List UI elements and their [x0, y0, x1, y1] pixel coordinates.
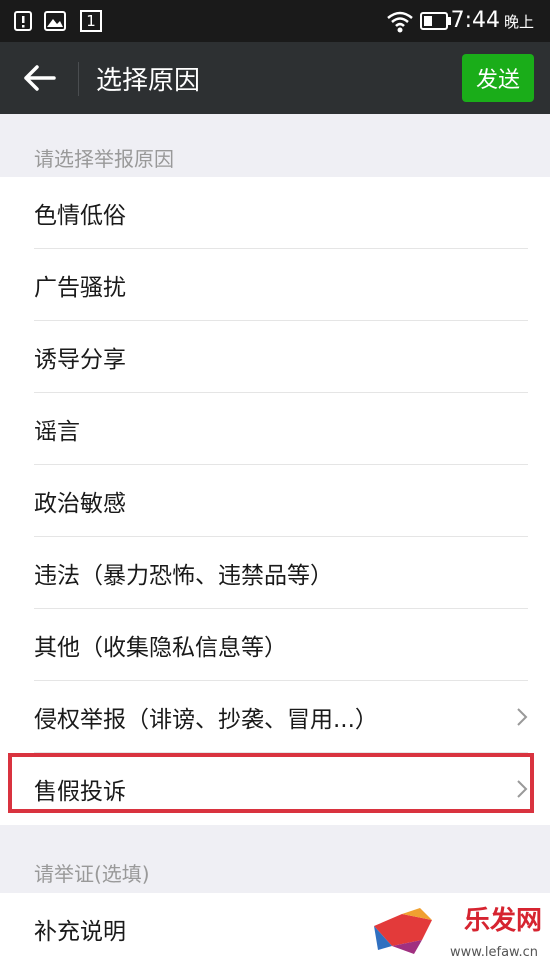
section-header-reason: 请选择举报原因	[34, 147, 174, 171]
send-button[interactable]: 发送	[462, 54, 534, 102]
list-item-reason[interactable]: 广告骚扰	[0, 249, 550, 321]
list-item-reason[interactable]: 其他（收集隐私信息等）	[0, 609, 550, 681]
clock: 7:44 晚上	[450, 8, 534, 33]
list-item-label: 谣言	[34, 419, 80, 445]
highlight-box	[8, 753, 534, 813]
wifi-icon	[387, 11, 413, 33]
alert-icon	[14, 11, 32, 31]
battery-icon	[420, 12, 451, 30]
chevron-right-icon	[517, 708, 528, 726]
list-item-label: 补充说明	[34, 919, 126, 945]
watermark-text: 乐发网	[463, 906, 542, 936]
nav-bar: 选择原因 发送	[0, 42, 550, 114]
watermark-url: www.lefaw.cn	[450, 945, 538, 960]
page-title: 选择原因	[96, 66, 201, 96]
back-arrow-icon[interactable]	[22, 62, 58, 94]
list-item-reason[interactable]: 诱导分享	[0, 321, 550, 393]
sim-card-icon: 1	[80, 10, 102, 32]
list-item-label: 诱导分享	[34, 347, 126, 373]
list-item-label: 政治敏感	[34, 491, 126, 517]
status-bar: 1 7:44 晚上	[0, 0, 550, 42]
image-notification-icon	[44, 11, 66, 31]
list-item-label: 其他（收集隐私信息等）	[34, 635, 287, 661]
watermark-logo-icon	[374, 908, 432, 954]
watermark: 乐发网 www.lefaw.cn	[372, 900, 542, 960]
list-item-infringement[interactable]: 侵权举报（诽谤、抄袭、冒用...）	[0, 681, 550, 753]
list-item-reason[interactable]: 谣言	[0, 393, 550, 465]
list-item-label: 色情低俗	[34, 203, 126, 229]
nav-divider	[78, 62, 79, 96]
reason-list: 色情低俗 广告骚扰 诱导分享 谣言 政治敏感 违法（暴力恐怖、违禁品等） 其他（…	[0, 177, 550, 825]
section-header-evidence: 请举证(选填)	[34, 862, 150, 886]
list-item-reason[interactable]: 违法（暴力恐怖、违禁品等）	[0, 537, 550, 609]
list-item-label: 侵权举报（诽谤、抄袭、冒用...）	[34, 707, 378, 733]
list-item-label: 违法（暴力恐怖、违禁品等）	[34, 563, 333, 589]
list-item-label: 广告骚扰	[34, 275, 126, 301]
list-item-reason[interactable]: 政治敏感	[0, 465, 550, 537]
list-item-reason[interactable]: 色情低俗	[0, 177, 550, 249]
